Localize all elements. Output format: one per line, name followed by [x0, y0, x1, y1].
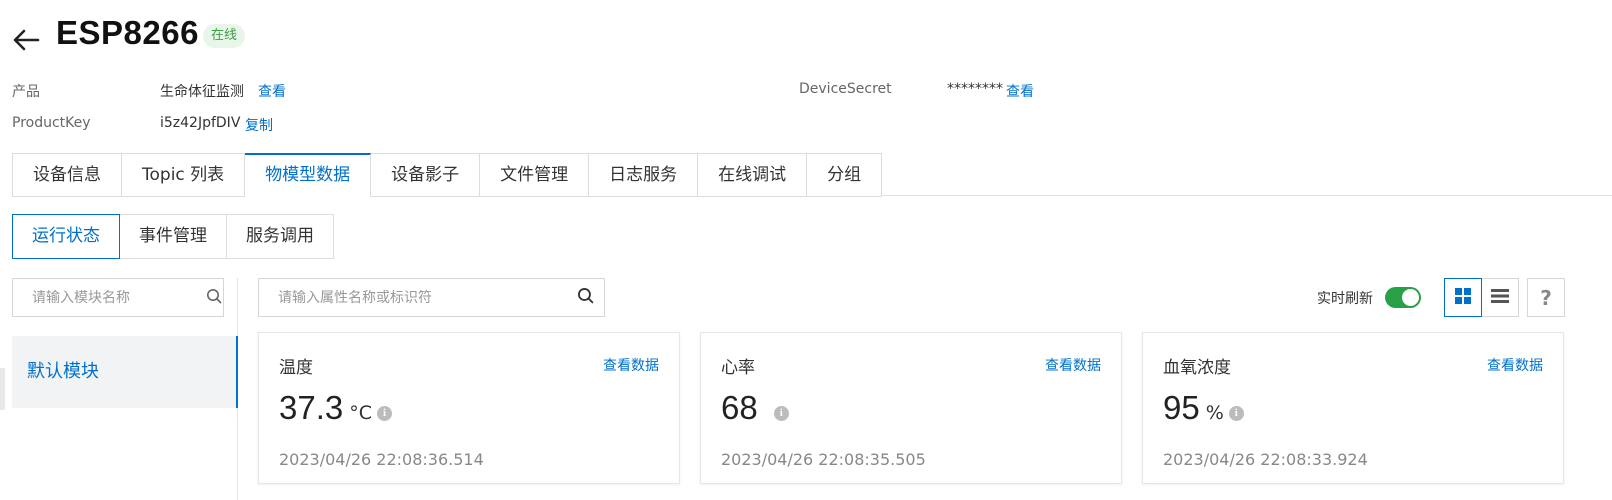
info-icon[interactable]: i [377, 406, 393, 421]
property-value-row: 68 i [721, 389, 789, 427]
tab-file-management[interactable]: 文件管理 [480, 153, 590, 197]
sidebar-item-default-module[interactable]: 默认模块 [12, 336, 238, 408]
tab-thing-model-data[interactable]: 物模型数据 [245, 153, 372, 197]
tab-group[interactable]: 分组 [807, 153, 883, 197]
property-name: 心率 [721, 358, 755, 378]
property-value: 95 [1163, 389, 1200, 426]
tab-online-debug[interactable]: 在线调试 [698, 153, 808, 197]
module-search-box [12, 278, 224, 317]
help-icon: ? [1540, 285, 1552, 310]
property-timestamp: 2023/04/26 22:08:36.514 [279, 450, 484, 469]
property-card: 心率 查看数据 68 i 2023/04/26 22:08:35.505 [700, 332, 1122, 484]
list-view-icon [1491, 288, 1509, 308]
tab-device-info[interactable]: 设备信息 [13, 153, 122, 197]
property-value-row: 37.3 °C i [279, 389, 393, 427]
realtime-refresh-label: 实时刷新 [1317, 291, 1373, 307]
grid-view-icon [1454, 287, 1472, 309]
tab-device-shadow[interactable]: 设备影子 [371, 153, 481, 197]
sub-tabs: 运行状态 事件管理 服务调用 [12, 214, 334, 259]
subtab-service-call[interactable]: 服务调用 [226, 214, 334, 259]
help-button[interactable]: ? [1527, 278, 1565, 317]
grid-view-button[interactable] [1444, 278, 1482, 317]
subtab-running-status[interactable]: 运行状态 [12, 214, 120, 259]
info-icon[interactable]: i [773, 406, 789, 421]
view-data-link[interactable]: 查看数据 [1487, 355, 1543, 375]
property-name: 温度 [279, 358, 313, 378]
property-unit: % [1205, 402, 1224, 424]
property-search-box [258, 278, 605, 317]
tab-topic-list[interactable]: Topic 列表 [122, 153, 246, 197]
productkey-label: ProductKey [12, 115, 91, 131]
property-search-input[interactable] [278, 289, 577, 306]
list-view-button[interactable] [1481, 278, 1519, 317]
property-card: 血氧浓度 查看数据 95 % i 2023/04/26 22:08:33.924 [1142, 332, 1564, 484]
property-card: 温度 查看数据 37.3 °C i 2023/04/26 22:08:36.51… [258, 332, 680, 484]
toggle-knob [1402, 289, 1419, 306]
tab-log-service[interactable]: 日志服务 [589, 153, 699, 197]
product-label: 产品 [12, 84, 40, 100]
status-badge: 在线 [203, 24, 246, 48]
subtab-event-management[interactable]: 事件管理 [119, 214, 227, 259]
devicesecret-value: ******** [947, 81, 1003, 97]
view-data-link[interactable]: 查看数据 [1045, 355, 1101, 375]
back-arrow-icon[interactable] [12, 28, 40, 52]
product-value: 生命体征监测 [160, 84, 244, 100]
search-icon[interactable] [577, 287, 594, 308]
main-tabs: 设备信息 Topic 列表 物模型数据 设备影子 文件管理 日志服务 在线调试 … [12, 153, 883, 197]
devicesecret-label: DeviceSecret [799, 81, 892, 97]
property-timestamp: 2023/04/26 22:08:35.505 [721, 450, 926, 469]
property-value: 68 [721, 389, 758, 426]
devicesecret-view-link[interactable]: 查看 [1006, 81, 1034, 101]
productkey-value: i5z42JpfDIV [160, 115, 241, 131]
property-value: 37.3 [279, 389, 344, 426]
productkey-copy-link[interactable]: 复制 [245, 115, 273, 135]
property-value-row: 95 % i [1163, 389, 1244, 427]
property-name: 血氧浓度 [1163, 358, 1231, 378]
property-timestamp: 2023/04/26 22:08:33.924 [1163, 450, 1368, 469]
realtime-refresh-toggle[interactable] [1385, 287, 1421, 308]
left-edge-handle [0, 368, 5, 410]
view-data-link[interactable]: 查看数据 [603, 355, 659, 375]
property-unit: °C [349, 402, 373, 424]
product-view-link[interactable]: 查看 [258, 81, 286, 101]
info-icon[interactable]: i [1228, 406, 1244, 421]
device-title: ESP8266 [56, 14, 199, 51]
search-icon[interactable] [206, 288, 222, 308]
module-search-input[interactable] [32, 289, 206, 306]
